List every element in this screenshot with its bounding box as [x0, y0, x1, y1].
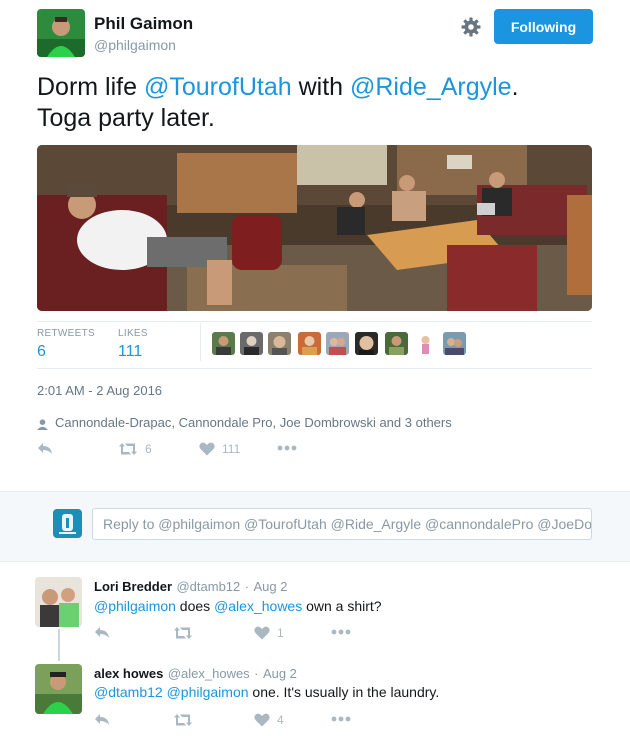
- retweet-icon: [174, 627, 192, 639]
- like-action[interactable]: 1: [254, 626, 284, 640]
- author-handle[interactable]: @philgaimon: [94, 37, 176, 53]
- retweet-icon: [119, 443, 137, 455]
- reply-date[interactable]: Aug 2: [254, 579, 288, 594]
- heart-icon: [254, 713, 270, 727]
- reply-text-part: one. It's usually in the laundry.: [248, 684, 440, 700]
- heart-icon: [199, 442, 215, 456]
- more-icon: [331, 629, 351, 635]
- separator: ·: [254, 666, 259, 681]
- reply-input[interactable]: Reply to @philgaimon @TourofUtah @Ride_A…: [92, 508, 592, 540]
- tweet-text: Dorm life @TourofUtah with @Ride_Argyle.…: [37, 72, 597, 134]
- mention-link[interactable]: @dtamb12: [94, 684, 163, 700]
- reply-action[interactable]: [94, 626, 110, 639]
- thread-line: [58, 629, 60, 661]
- more-action[interactable]: [331, 713, 351, 725]
- following-button[interactable]: Following: [494, 9, 593, 44]
- liker-avatar[interactable]: [240, 332, 263, 355]
- reply-author-name[interactable]: Lori Bredder: [94, 579, 172, 594]
- reply-action[interactable]: [94, 713, 110, 726]
- separator: ·: [244, 579, 250, 594]
- retweet-icon: [174, 714, 192, 726]
- tweet-text-part: .: [511, 73, 519, 101]
- reply-icon: [95, 714, 109, 725]
- reply-author-name[interactable]: alex howes: [94, 666, 163, 681]
- reply-header: Lori Bredder @dtamb12 · Aug 2: [94, 578, 288, 596]
- tweet-line-2: Toga party later.: [37, 104, 215, 132]
- liker-avatar[interactable]: [268, 332, 291, 355]
- liker-avatar[interactable]: [326, 332, 349, 355]
- reply-text-part: does: [175, 598, 215, 614]
- author-name[interactable]: Phil Gaimon: [94, 14, 193, 34]
- reply-text-part: own a shirt?: [302, 598, 382, 614]
- retweet-count: 6: [145, 442, 152, 456]
- more-action[interactable]: [331, 626, 351, 638]
- like-action[interactable]: 111: [199, 442, 240, 456]
- like-action[interactable]: 4: [254, 713, 284, 727]
- retweet-action[interactable]: [173, 713, 193, 727]
- tweet-photo[interactable]: [37, 145, 592, 311]
- reply-date[interactable]: Aug 2: [263, 666, 297, 681]
- more-icon: [277, 445, 297, 451]
- reply-author-handle[interactable]: @alex_howes: [168, 666, 250, 681]
- mention-link[interactable]: @TourofUtah: [144, 73, 292, 101]
- like-count: 4: [277, 713, 284, 727]
- retweets-label: RETWEETS: [37, 328, 95, 339]
- more-action[interactable]: [277, 442, 297, 454]
- stats-divider: [200, 323, 201, 361]
- heart-icon: [254, 626, 270, 640]
- liker-avatar[interactable]: [298, 332, 321, 355]
- reply-header: alex howes @alex_howes · Aug 2: [94, 665, 297, 683]
- tweet-text-part: Dorm life: [37, 73, 144, 101]
- likes-count[interactable]: 111: [118, 343, 142, 361]
- mention-link[interactable]: @alex_howes: [214, 598, 302, 614]
- retweet-action[interactable]: 6: [118, 442, 152, 456]
- gear-icon[interactable]: [461, 17, 481, 37]
- tweet-text-part: with: [291, 73, 350, 101]
- liker-avatar[interactable]: [443, 332, 466, 355]
- like-count: 111: [222, 442, 241, 456]
- viewer-avatar[interactable]: [53, 509, 82, 538]
- reply-icon: [95, 627, 109, 638]
- reply-avatar[interactable]: [35, 664, 82, 714]
- mention-link[interactable]: @Ride_Argyle: [350, 73, 512, 101]
- reply-action[interactable]: [37, 442, 53, 455]
- likes-label: LIKES: [118, 328, 148, 339]
- mention-link[interactable]: @philgaimon: [94, 598, 176, 614]
- reply-avatar[interactable]: [35, 577, 82, 627]
- tweet-timestamp[interactable]: 2:01 AM - 2 Aug 2016: [37, 383, 162, 398]
- reply-text: @philgaimon does @alex_howes own a shirt…: [94, 598, 382, 614]
- retweets-count[interactable]: 6: [37, 343, 46, 361]
- person-icon: [37, 417, 48, 430]
- reply-author-handle[interactable]: @dtamb12: [176, 579, 240, 594]
- author-avatar[interactable]: [37, 9, 85, 57]
- divider: [37, 321, 592, 322]
- like-count: 1: [277, 626, 284, 640]
- reply-text: @dtamb12 @philgaimon one. It's usually i…: [94, 684, 439, 700]
- liker-avatar[interactable]: [212, 332, 235, 355]
- mention-link[interactable]: @philgaimon: [167, 684, 249, 700]
- reply-icon: [38, 443, 52, 454]
- liker-avatar[interactable]: [355, 332, 378, 355]
- more-icon: [331, 716, 351, 722]
- tweet-line-1: Dorm life @TourofUtah with @Ride_Argyle.: [37, 72, 597, 103]
- liker-avatar[interactable]: [414, 332, 437, 355]
- liker-avatar[interactable]: [385, 332, 408, 355]
- divider: [37, 368, 592, 369]
- retweet-action[interactable]: [173, 626, 193, 640]
- tagged-users[interactable]: Cannondale-Drapac, Cannondale Pro, Joe D…: [55, 415, 452, 430]
